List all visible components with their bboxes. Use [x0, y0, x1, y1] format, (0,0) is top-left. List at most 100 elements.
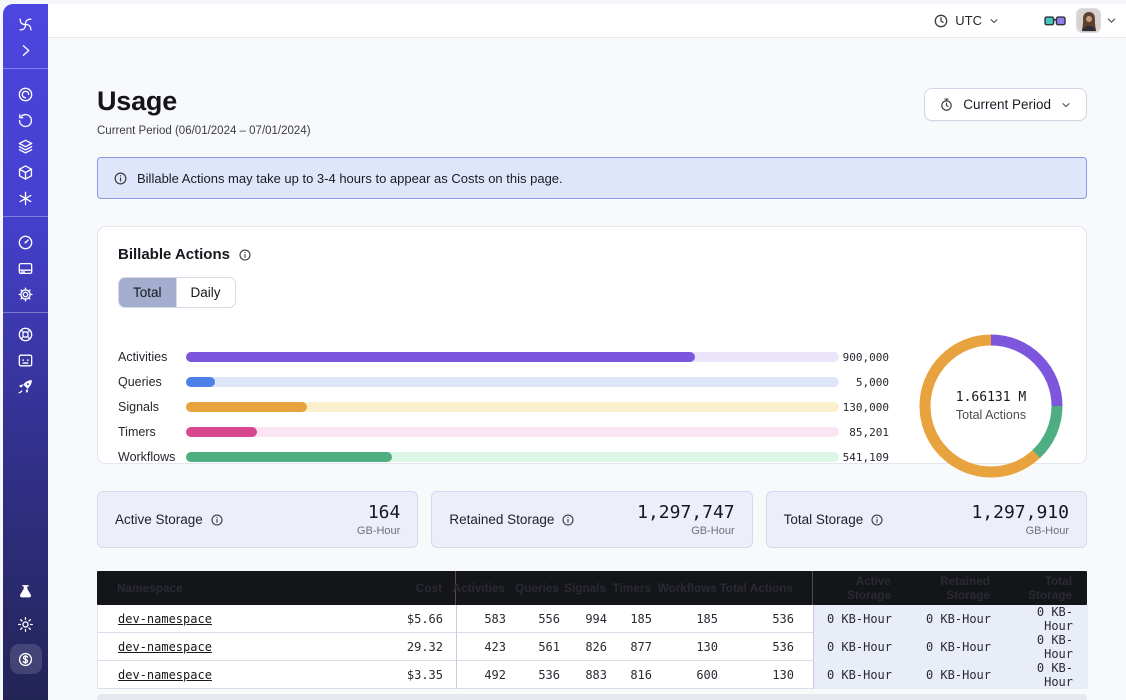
header-cell-cost: Cost [380, 571, 455, 605]
cell-timers: 877 [607, 633, 652, 661]
cell-retained_storage: 0 KB-Hour [911, 605, 1010, 633]
bar-track [186, 352, 839, 362]
sidebar-item-collapse-sidebar[interactable] [3, 37, 48, 63]
cell-workflows: 185 [652, 605, 718, 633]
info-banner-text: Billable Actions may take up to 3-4 hour… [137, 171, 563, 186]
table-row: dev-namespace$3.354925368838166001300 KB… [97, 661, 1087, 689]
info-icon[interactable] [870, 513, 884, 527]
sidebar-item-nexus[interactable] [3, 185, 48, 211]
storage-card-unit: GB-Hour [637, 525, 735, 537]
storage-card-label: Total Storage [784, 512, 864, 527]
avatar-image [1077, 9, 1101, 33]
rocket-icon [17, 378, 34, 395]
sidebar-item-billing[interactable] [3, 255, 48, 281]
cell-cost: $5.66 [381, 605, 456, 633]
storage-card-label: Active Storage [115, 512, 203, 527]
cell-cost: 29.32 [381, 633, 456, 661]
sidebar-item-support[interactable] [3, 321, 48, 347]
cell-timers: 816 [607, 661, 652, 689]
account-chevron-down-icon[interactable] [1105, 14, 1118, 27]
sidebar-item-deployments[interactable] [3, 159, 48, 185]
cell-active_storage: 0 KB-Hour [813, 661, 911, 689]
topbar: UTC [48, 4, 1126, 38]
cell-active_storage: 0 KB-Hour [813, 633, 911, 661]
info-icon[interactable] [238, 248, 252, 262]
sidebar-item-history[interactable] [3, 107, 48, 133]
tab-daily[interactable]: Daily [176, 278, 235, 307]
timezone-selector[interactable]: UTC [933, 13, 1000, 29]
sidebar-divider [3, 216, 48, 217]
sidebar-item-usage-billing[interactable] [10, 644, 42, 674]
stopwatch-icon [939, 97, 954, 112]
cell-retained_storage: 0 KB-Hour [911, 633, 1010, 661]
sidebar-item-temporal-logo[interactable] [3, 11, 48, 37]
cell-total_actions: 130 [718, 661, 813, 689]
sidebar-item-usage-meter[interactable] [3, 229, 48, 255]
coin-dollar-icon [17, 651, 34, 668]
bar-value: 541,109 [839, 451, 889, 464]
billable-actions-card: Billable Actions TotalDaily Activities90… [97, 226, 1087, 464]
cell-active_storage: 0 KB-Hour [813, 605, 911, 633]
header-cell-workflows: Workflows [651, 571, 717, 605]
sidebar-item-namespaces[interactable] [3, 81, 48, 107]
total-actions-donut-chart: 1.66131 M Total Actions [916, 331, 1066, 481]
cell-signals: 883 [560, 661, 607, 689]
namespace-link[interactable]: dev-namespace [118, 640, 212, 654]
header-cell-signals: Signals [559, 571, 606, 605]
cell-workflows: 600 [652, 661, 718, 689]
bar-track [186, 402, 839, 412]
cube-icon [17, 164, 34, 181]
layers-icon [17, 138, 34, 155]
sidebar-item-theme-toggle[interactable] [3, 611, 48, 637]
storage-summary-row: Active Storage164GB-HourRetained Storage… [97, 491, 1087, 548]
cell-signals: 826 [560, 633, 607, 661]
info-icon[interactable] [561, 513, 575, 527]
cell-namespace: dev-namespace [98, 633, 381, 661]
sidebar-item-settings[interactable] [3, 281, 48, 307]
total-daily-toggle: TotalDaily [118, 277, 236, 308]
cell-namespace: dev-namespace [98, 661, 381, 689]
bar-row-workflows: Workflows541,109 [118, 450, 889, 462]
bar-fill [186, 452, 392, 462]
storage-card-active-storage: Active Storage164GB-Hour [97, 491, 418, 548]
cell-queries: 536 [506, 661, 560, 689]
horizontal-scrollbar[interactable] [97, 694, 1087, 700]
storage-card-unit: GB-Hour [971, 525, 1069, 537]
lifebuoy-icon [17, 326, 34, 343]
table-row: dev-namespace$5.665835569941851855360 KB… [97, 605, 1087, 633]
donut-total-label: Total Actions [956, 408, 1026, 422]
sidebar-item-cli[interactable] [3, 347, 48, 373]
sidebar-item-getting-started[interactable] [3, 373, 48, 399]
info-banner: Billable Actions may take up to 3-4 hour… [97, 157, 1087, 199]
bar-row-queries: Queries5,000 [118, 375, 889, 387]
sidebar-divider [3, 68, 48, 69]
billable-actions-title: Billable Actions [118, 246, 230, 263]
donut-total-value: 1.66131 M [956, 390, 1026, 405]
header-cell-namespace: Namespace [97, 571, 380, 605]
billing-card-icon [17, 260, 34, 277]
user-avatar[interactable] [1076, 8, 1101, 33]
namespace-link[interactable]: dev-namespace [118, 668, 212, 682]
cell-total_storage: 0 KB-Hour [1010, 605, 1088, 633]
bar-value: 85,201 [839, 426, 889, 439]
header-cell-retained_storage: Retained Storage [910, 571, 1009, 605]
header-cell-total_storage: Total Storage [1009, 571, 1087, 605]
bar-label: Signals [118, 400, 186, 414]
chevron-down-icon [1060, 99, 1072, 111]
bar-fill [186, 427, 257, 437]
cell-queries: 556 [506, 605, 560, 633]
cell-activities: 583 [456, 605, 506, 633]
namespace-link[interactable]: dev-namespace [118, 612, 212, 626]
glasses-icon [1044, 14, 1066, 28]
dev-glasses-button[interactable] [1044, 14, 1066, 28]
bar-label: Timers [118, 425, 186, 439]
cell-retained_storage: 0 KB-Hour [911, 661, 1010, 689]
storage-card-value: 1,297,910 [971, 503, 1069, 523]
sidebar-item-labs[interactable] [3, 578, 48, 604]
period-dropdown-button[interactable]: Current Period [924, 88, 1087, 121]
sidebar-item-layers[interactable] [3, 133, 48, 159]
storage-card-unit: GB-Hour [357, 525, 400, 537]
tab-total[interactable]: Total [119, 278, 176, 307]
info-icon[interactable] [210, 513, 224, 527]
bar-value: 5,000 [839, 376, 889, 389]
